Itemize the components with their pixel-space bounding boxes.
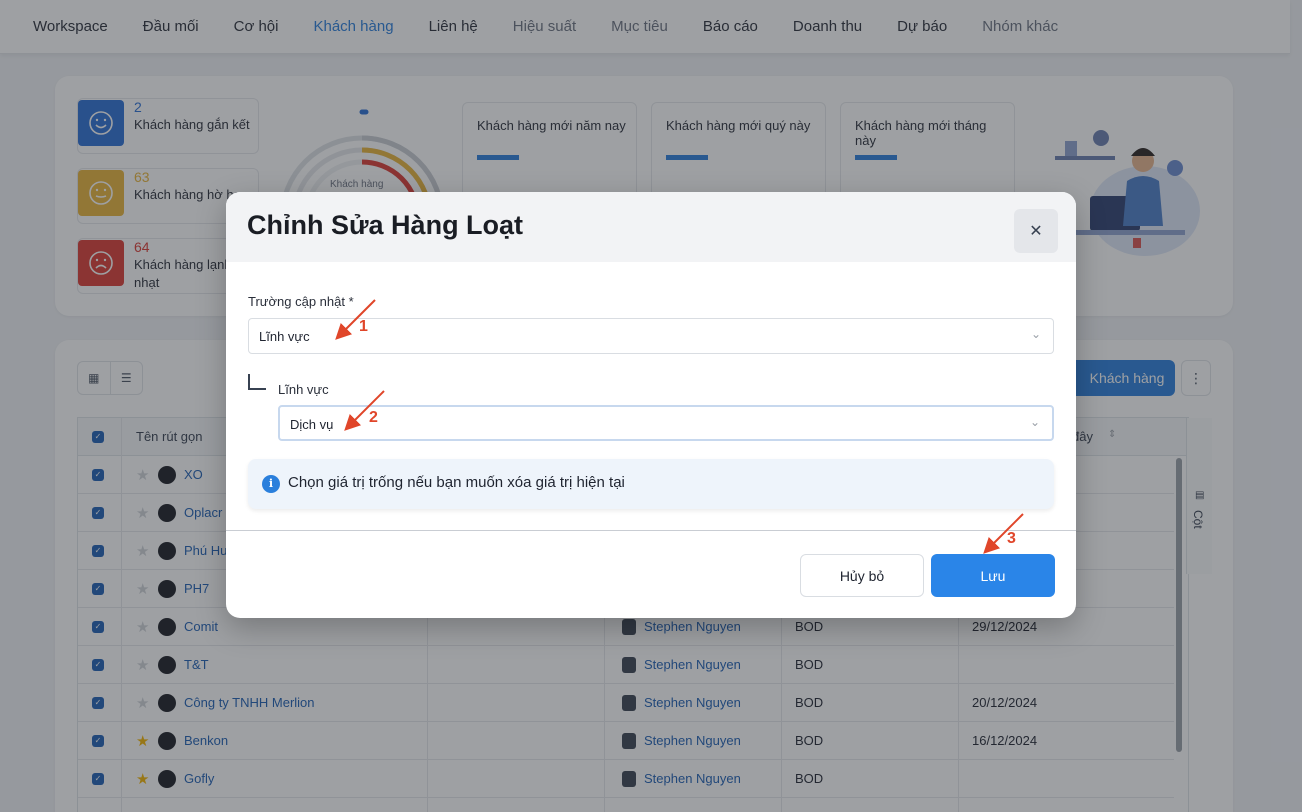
field-value-label: Lĩnh vực xyxy=(278,382,329,397)
update-field-value: Lĩnh vực xyxy=(259,329,310,344)
annotation-label-2: 2 xyxy=(369,409,378,426)
info-notice: i Chọn giá trị trống nếu bạn muốn xóa gi… xyxy=(248,459,1054,509)
info-text: Chọn giá trị trống nếu bạn muốn xóa giá … xyxy=(288,474,625,491)
chevron-down-icon: ⌄ xyxy=(1030,327,1041,341)
annotation-label-3: 3 xyxy=(1007,530,1016,547)
branch-connector-icon xyxy=(248,374,266,390)
info-icon: i xyxy=(262,475,280,493)
dialog-title: Chỉnh Sửa Hàng Loạt xyxy=(247,210,524,240)
update-field-label: Trường cập nhật * xyxy=(248,294,354,309)
save-button[interactable]: Lưu xyxy=(931,554,1055,597)
bulk-edit-dialog: Chỉnh Sửa Hàng Loạt ✕ Trường cập nhật * … xyxy=(226,192,1076,618)
chevron-down-icon: ⌄ xyxy=(1029,415,1040,429)
field-value-selected: Dịch vụ xyxy=(290,417,334,432)
update-field-select[interactable]: Lĩnh vực ⌄ xyxy=(248,318,1054,354)
dialog-divider xyxy=(226,530,1076,531)
cancel-button[interactable]: Hủy bỏ xyxy=(800,554,924,597)
close-icon[interactable]: ✕ xyxy=(1014,209,1058,253)
dialog-header: Chỉnh Sửa Hàng Loạt ✕ xyxy=(226,192,1076,262)
field-value-select[interactable]: Dịch vụ ⌄ xyxy=(278,405,1054,441)
annotation-label-1: 1 xyxy=(359,318,368,335)
